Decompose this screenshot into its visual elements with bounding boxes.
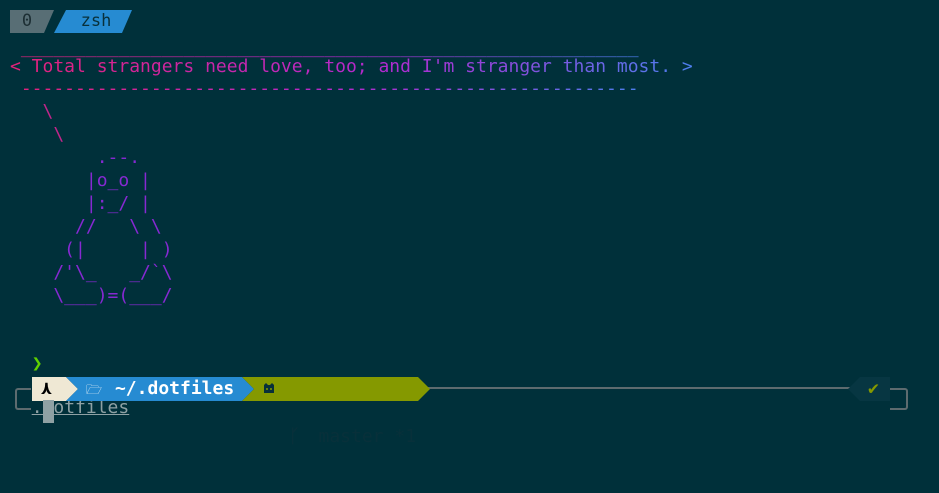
check-icon: ✔ — [868, 378, 879, 399]
prompt-frame-left — [15, 388, 31, 410]
cowsay-art-line: /'\_ _/`\ — [10, 262, 173, 283]
github-icon — [262, 377, 276, 401]
cowsay-art-line: // \ \ — [10, 216, 162, 237]
cowsay-art-line: \___)=(___/ — [10, 285, 173, 306]
cowsay-art-line: \ — [10, 101, 54, 122]
powerline-prompt: ⋏ 🗁 ~/.dotfiles ᚴ master *1 ✔ — [0, 377, 939, 447]
prompt-frame-right — [890, 388, 908, 410]
git-branch-name: master *1 — [318, 426, 417, 447]
directory-segment[interactable]: 🗁 ~/.dotfiles — [66, 377, 254, 401]
cowsay-art-line: |o_o | — [10, 170, 151, 191]
current-directory: ~/.dotfiles — [114, 378, 235, 399]
tab-0-label: 0 — [21, 11, 33, 31]
git-segment[interactable]: ᚴ master *1 — [242, 377, 430, 447]
tmux-tab-0[interactable]: 0 — [10, 10, 54, 33]
cowsay-art-line: .--. — [10, 147, 141, 168]
cowsay-art-line: (| | ) — [10, 239, 173, 260]
folder-open-icon: 🗁 — [86, 383, 103, 398]
status-ok-segment: ✔ — [848, 377, 890, 401]
tab-zsh-label: zsh — [80, 11, 112, 31]
cowsay-art-line: |:_/ | — [10, 193, 151, 214]
cowsay-quote: < Total strangers need love, too; and I'… — [10, 56, 693, 77]
prompt-ruler — [420, 387, 860, 389]
cowsay-art-line: \ — [10, 124, 65, 145]
cowsay-bottom-border: ----------------------------------------… — [10, 78, 639, 99]
tmux-tab-zsh[interactable]: zsh — [54, 10, 132, 33]
git-branch-icon: ᚴ — [288, 426, 300, 447]
prompt-chevron-icon: ❯ — [31, 353, 43, 374]
arch-icon: ⋏ — [41, 378, 52, 399]
terminal-cursor[interactable] — [43, 400, 54, 423]
